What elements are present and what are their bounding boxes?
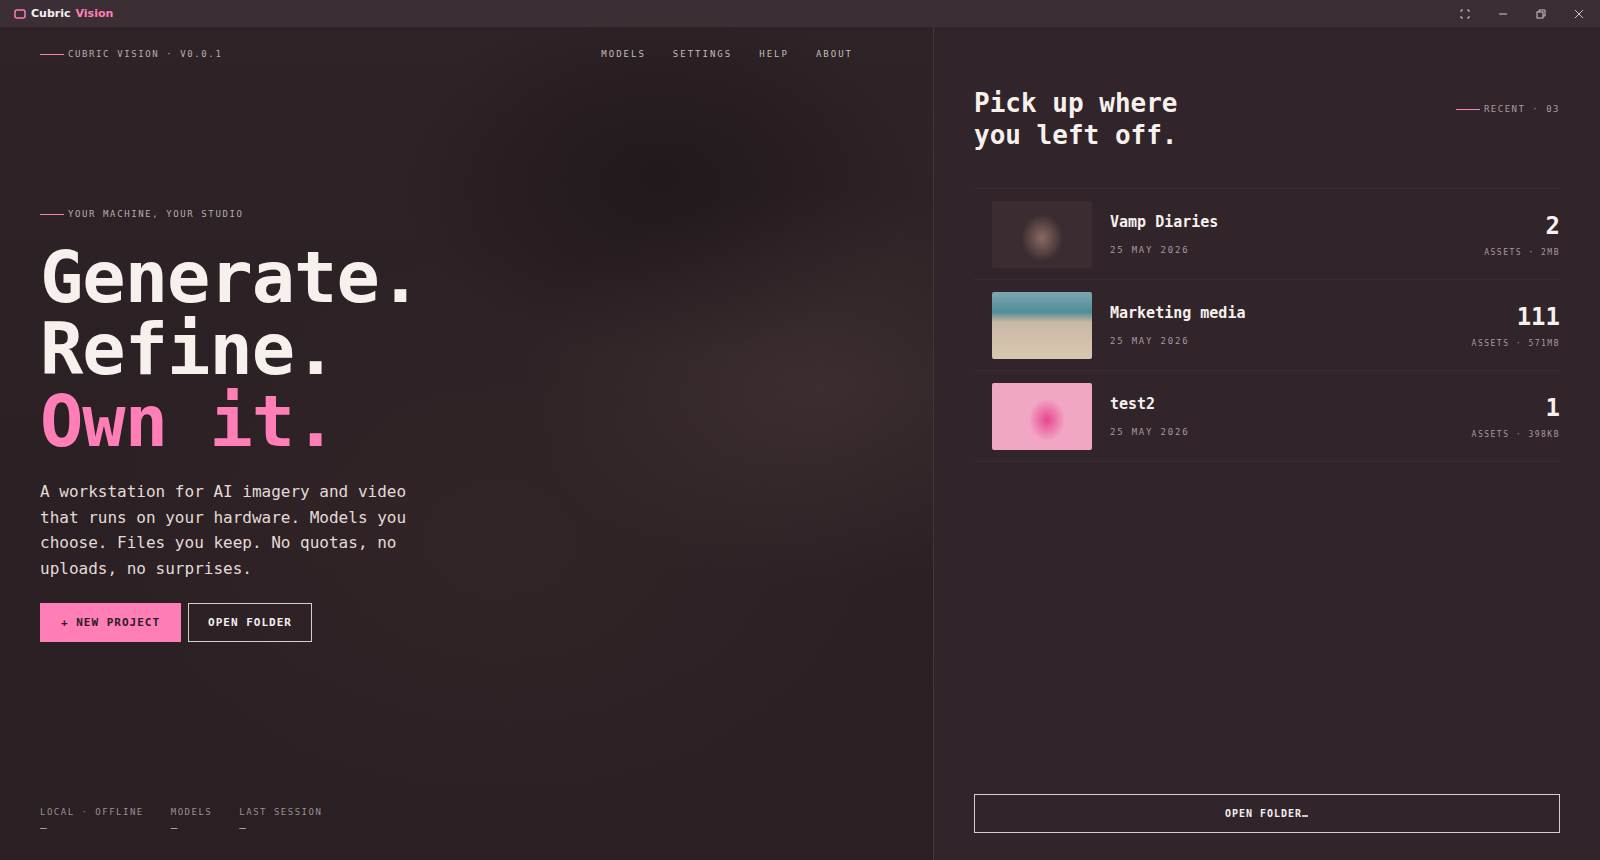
status-stats: LOCAL · OFFLINE— MODELS— LAST SESSION— — [40, 807, 893, 834]
fullscreen-icon[interactable] — [1460, 9, 1470, 19]
eyebrow: YOUR MACHINE, YOUR STUDIO — [40, 209, 893, 219]
hero-description: A workstation for AI imagery and video t… — [40, 479, 420, 581]
hero-button[interactable]: + NEW PROJECT — [40, 603, 181, 642]
recent-heading: Pick up whereyou left off. — [974, 87, 1178, 151]
recent-panel: Pick up whereyou left off. RECENT · 03 Vam… — [934, 27, 1600, 860]
accent-rule — [40, 214, 64, 215]
asset-meta: ASSETS · 398KB — [1472, 430, 1560, 439]
accent-rule — [1456, 109, 1480, 110]
project-name: Vamp Diaries — [1110, 213, 1484, 231]
project-date: 25 MAY 2026 — [1110, 245, 1484, 255]
restore-icon[interactable] — [1536, 9, 1546, 19]
headline-line: Refine. — [40, 313, 893, 385]
headline-line: Generate. — [40, 241, 893, 313]
project-thumbnail — [992, 292, 1092, 359]
project-list: Vamp Diaries 25 MAY 2026 2 ASSETS · 2MB Mark… — [974, 188, 1560, 462]
hero-panel: CUBRIC VISION · V0.0.1 MODELS SETTINGS HELP… — [0, 27, 934, 860]
minimize-icon[interactable] — [1498, 9, 1508, 19]
nav-link[interactable]: ABOUT — [816, 49, 853, 59]
stat: LOCAL · OFFLINE— — [40, 807, 144, 834]
accent-rule — [40, 54, 64, 55]
project-thumbnail — [992, 201, 1092, 268]
project-date: 25 MAY 2026 — [1110, 427, 1472, 437]
project-row[interactable]: Vamp Diaries 25 MAY 2026 2 ASSETS · 2MB — [974, 189, 1560, 280]
project-name: Marketing media — [1110, 304, 1472, 322]
app-window: Cubric Vision CUBRIC VISION · V0.0.1 MODELS… — [0, 0, 1600, 860]
project-thumbnail — [992, 383, 1092, 450]
project-row[interactable]: test2 25 MAY 2026 1 ASSETS · 398KB — [974, 371, 1560, 462]
asset-meta: ASSETS · 571MB — [1472, 339, 1560, 348]
asset-count: 2 — [1546, 212, 1560, 240]
asset-count: 1 — [1546, 394, 1560, 422]
nav-link[interactable]: SETTINGS — [673, 49, 732, 59]
headline-line: Own it. — [40, 385, 893, 457]
window-controls — [1460, 9, 1584, 19]
title-accent: Vision — [76, 7, 114, 20]
close-icon[interactable] — [1574, 9, 1584, 19]
asset-count: 111 — [1517, 303, 1560, 331]
hero-button[interactable]: OPEN FOLDER — [188, 603, 312, 642]
asset-meta: ASSETS · 2MB — [1484, 248, 1560, 257]
headline: Generate.Refine.Own it. — [40, 241, 893, 457]
stat: MODELS— — [171, 807, 213, 834]
version-label: CUBRIC VISION · V0.0.1 — [40, 49, 222, 59]
nav-link[interactable]: HELP — [759, 49, 789, 59]
title-bar: Cubric Vision — [0, 0, 1600, 27]
recent-count: RECENT · 03 — [1456, 104, 1560, 114]
open-folder-button[interactable]: OPEN FOLDER… — [974, 794, 1560, 833]
logo-icon — [14, 9, 26, 19]
project-name: test2 — [1110, 395, 1472, 413]
app-title: Cubric Vision — [14, 7, 113, 20]
hero: YOUR MACHINE, YOUR STUDIO Generate.Refine… — [40, 209, 893, 642]
project-date: 25 MAY 2026 — [1110, 336, 1472, 346]
title-brand: Cubric — [31, 7, 71, 20]
top-nav: CUBRIC VISION · V0.0.1 MODELS SETTINGS HELP… — [40, 44, 893, 64]
nav-link[interactable]: MODELS — [601, 49, 646, 59]
project-row[interactable]: Marketing media 25 MAY 2026 111 ASSETS · 57… — [974, 280, 1560, 371]
stat: LAST SESSION— — [239, 807, 322, 834]
